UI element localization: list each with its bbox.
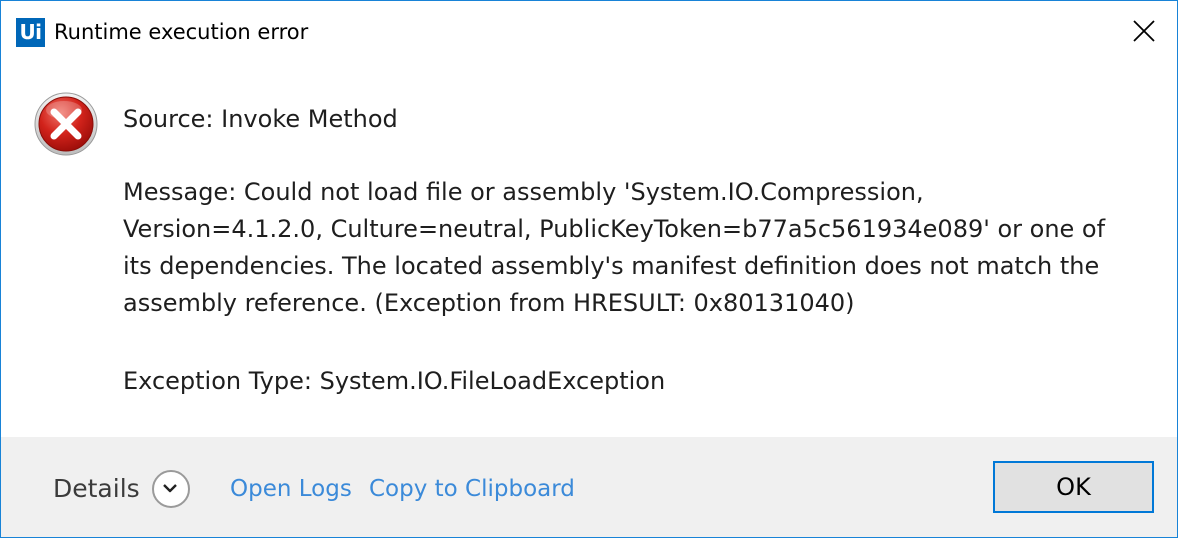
error-icon: [34, 92, 98, 156]
ok-button[interactable]: OK: [993, 461, 1154, 513]
details-label[interactable]: Details: [53, 471, 140, 507]
chevron-down-icon: [163, 484, 177, 493]
error-message-line: Version=4.1.2.0, Culture=neutral, Public…: [123, 215, 1106, 243]
copy-to-clipboard-link[interactable]: Copy to Clipboard: [369, 472, 575, 506]
close-icon: [1133, 20, 1155, 42]
close-button[interactable]: [1122, 11, 1166, 51]
window-title: Runtime execution error: [54, 20, 309, 44]
dialog-footer: Details Open Logs Copy to Clipboard OK: [1, 437, 1177, 537]
details-toggle-button[interactable]: [152, 470, 190, 508]
error-message-line: Message: Could not load file or assembly…: [123, 178, 924, 206]
error-source: Source: Invoke Method: [123, 105, 398, 133]
title-bar: Ui Runtime execution error: [1, 1, 1177, 63]
exception-type: Exception Type: System.IO.FileLoadExcept…: [123, 367, 666, 395]
error-dialog: Ui Runtime execution error Source: Invok…: [0, 0, 1178, 538]
uipath-logo-icon: Ui: [16, 18, 45, 47]
open-logs-link[interactable]: Open Logs: [230, 472, 352, 506]
error-message-line: assembly reference. (Exception from HRES…: [123, 289, 855, 317]
error-message: Message: Could not load file or assembly…: [123, 174, 1133, 322]
error-message-line: its dependencies. The located assembly's…: [123, 252, 1100, 280]
